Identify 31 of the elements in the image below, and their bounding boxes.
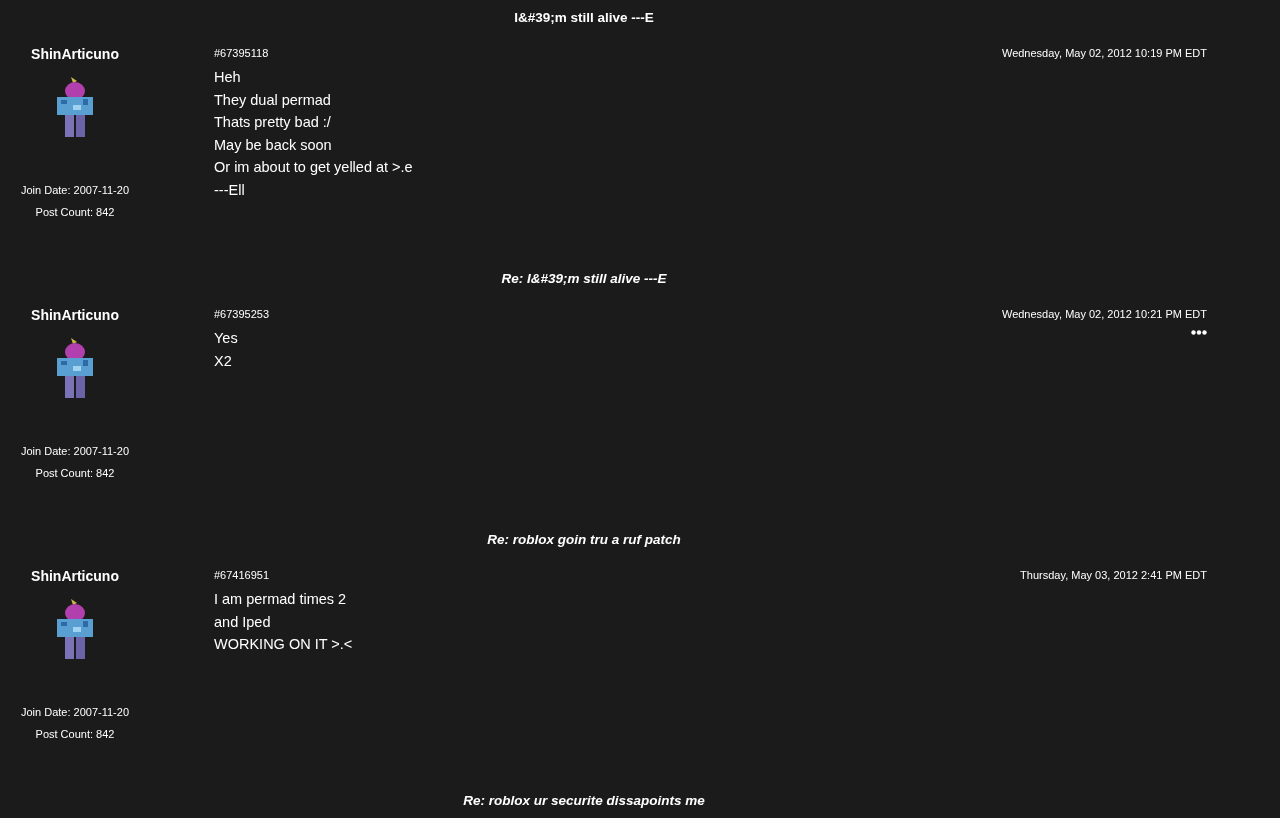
post-title: Re: I&#39;m still alive ---E <box>500 270 668 288</box>
post-text-line: Yes <box>214 329 238 348</box>
post-text-line: May be back soon <box>214 135 333 155</box>
post-text-line: X2 <box>214 351 233 371</box>
post-text-line: ---Ell <box>214 180 246 200</box>
post-count: Post Count: 842 <box>35 205 115 220</box>
post-timestamp: Thursday, May 03, 2012 2:41 PM EDT <box>1020 568 1207 583</box>
post-text-line: They dual permad <box>214 90 332 110</box>
post-title: Re: roblox goin tru a ruf patch <box>486 531 682 549</box>
post-id: #67416951 <box>214 568 270 583</box>
join-date: Join Date: 2007-11-20 <box>20 705 129 720</box>
post-text-line: and Iped <box>214 612 272 632</box>
post-count: Post Count: 842 <box>35 727 115 742</box>
post-title: I&#39;m still alive ---E <box>513 9 655 27</box>
post-title: Re: roblox ur securite dissapoints me <box>462 792 706 810</box>
post-count: Post Count: 842 <box>35 466 115 481</box>
post-text-line: Or im about to get yelled at >.e <box>214 158 413 177</box>
author-name[interactable]: ShinArticuno <box>31 306 119 324</box>
post-timestamp: Wednesday, May 02, 2012 10:19 PM EDT <box>1001 46 1207 61</box>
join-date: Join Date: 2007-11-20 <box>20 444 129 459</box>
post-text-line: Thats pretty bad :/ <box>214 113 332 132</box>
post-text-line: Heh <box>214 68 242 87</box>
join-date: Join Date: 2007-11-20 <box>20 183 129 198</box>
author-name[interactable]: ShinArticuno <box>31 567 119 585</box>
post-id: #67395253 <box>214 307 270 322</box>
post-timestamp: Wednesday, May 02, 2012 10:21 PM EDT <box>1001 307 1207 322</box>
author-name[interactable]: ShinArticuno <box>31 45 119 63</box>
post-text-line: I am permad times 2 <box>214 590 348 609</box>
more-options-icon[interactable] <box>1191 330 1207 335</box>
post-text-line: WORKING ON IT >.< <box>214 635 353 654</box>
post-id: #67395118 <box>214 46 269 61</box>
